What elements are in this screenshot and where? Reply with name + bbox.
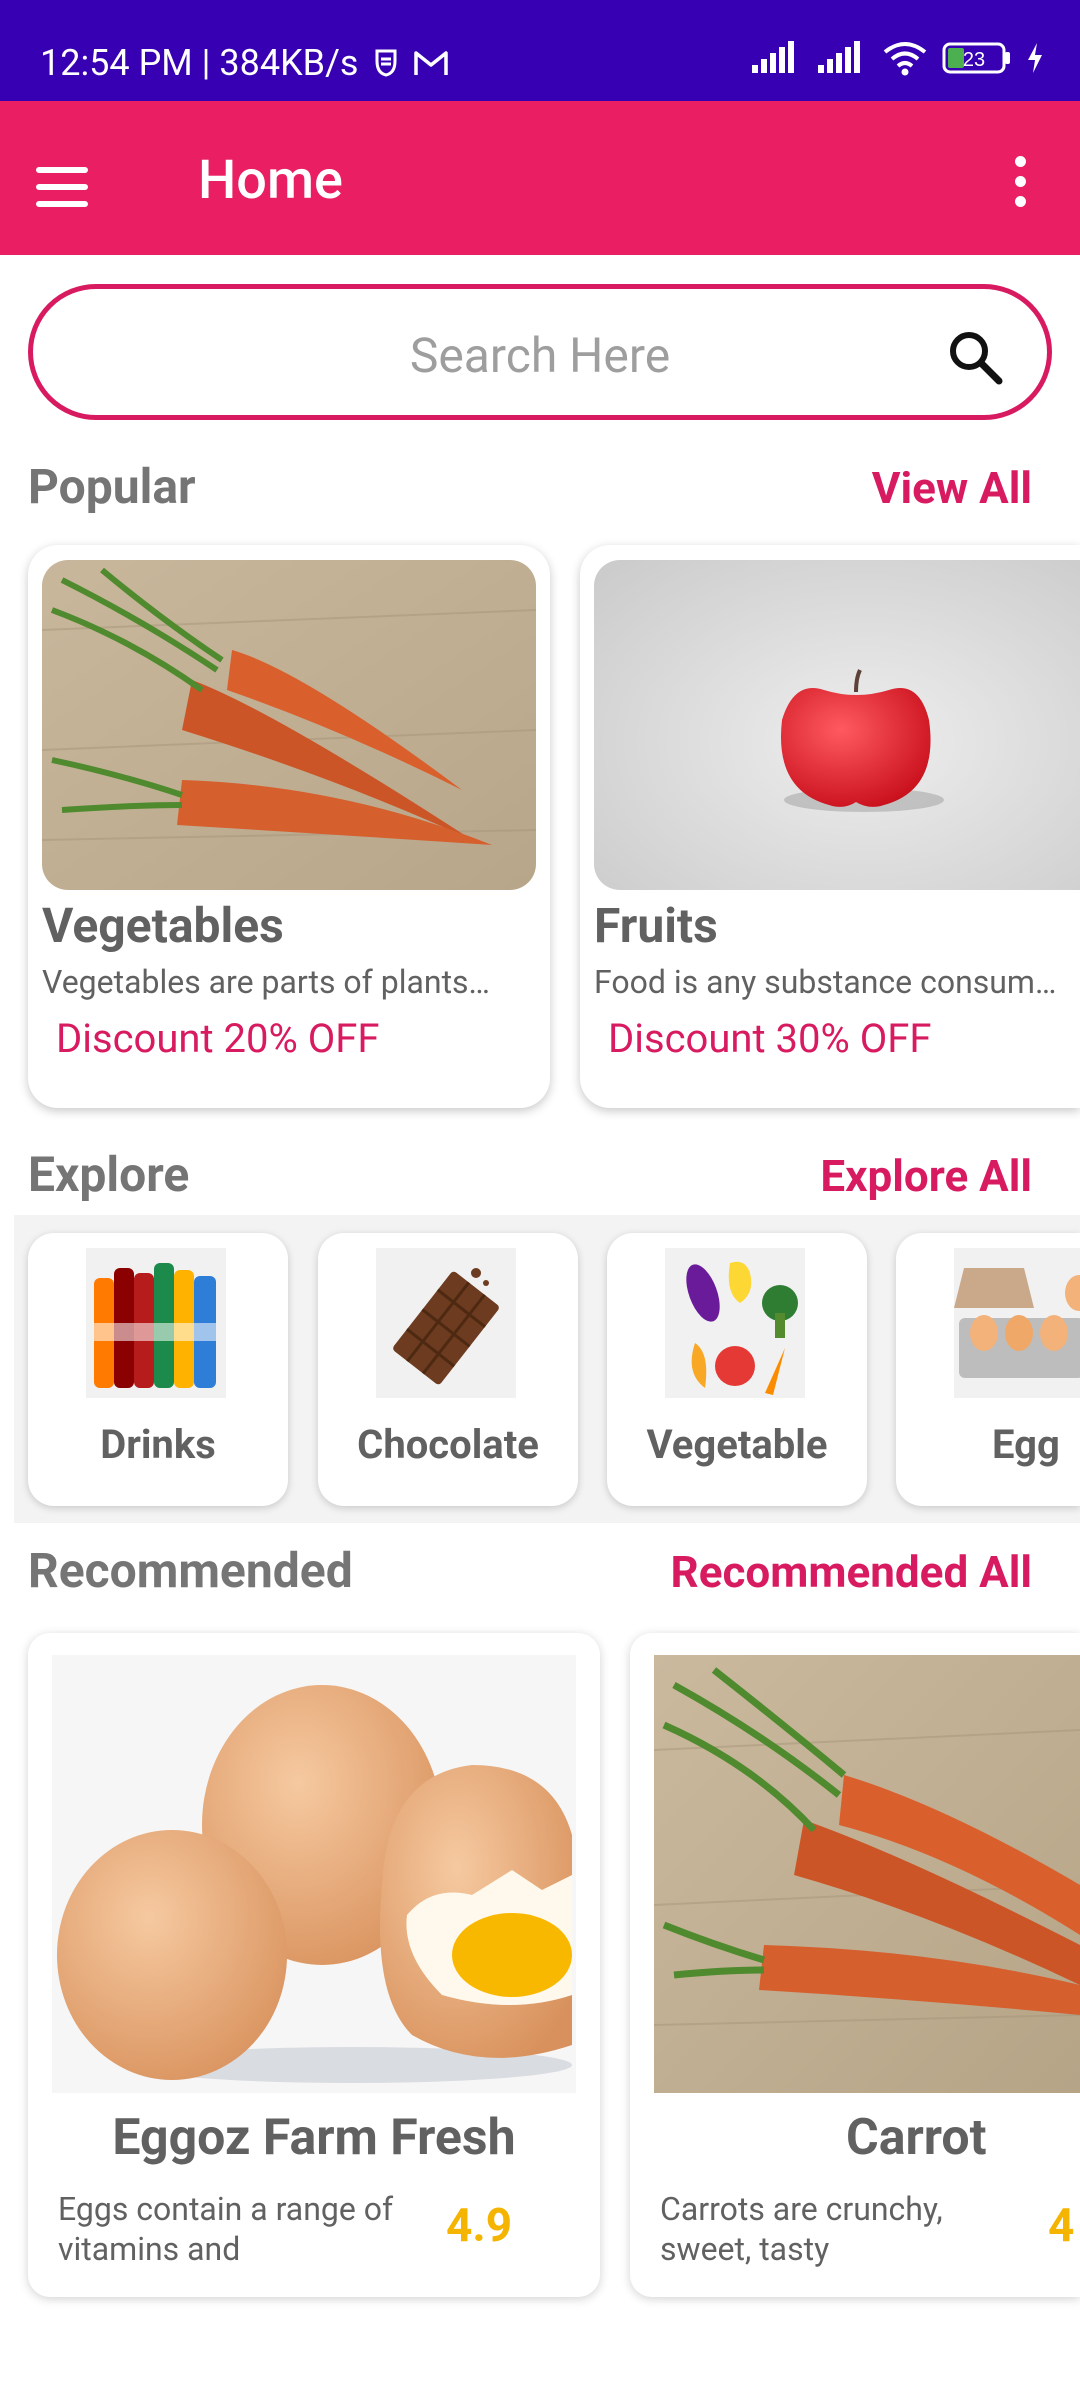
egg-image [954, 1248, 1080, 1398]
charging-icon [1028, 43, 1042, 73]
vegetable-image [665, 1248, 805, 1398]
notification-icon [375, 49, 397, 77]
recommended-card-title: Carrot [846, 2109, 987, 2167]
popular-card-title: Vegetables [42, 897, 284, 954]
explore-title: Explore [28, 1146, 190, 1203]
signal-icon-2 [818, 41, 860, 73]
drinks-image [86, 1248, 226, 1398]
popular-card-discount: Discount 20% OFF [56, 1015, 380, 1062]
category-label: Vegetable [646, 1421, 828, 1468]
status-time-speed: 12:54 PM | 384KB/s [40, 42, 359, 84]
status-left: 12:54 PM | 384KB/s [40, 42, 449, 84]
popular-card-discount: Discount 30% OFF [608, 1015, 932, 1062]
category-chocolate[interactable]: Chocolate [318, 1233, 578, 1506]
popular-card-title: Fruits [594, 897, 718, 954]
popular-title: Popular [28, 458, 196, 515]
explore-all-link[interactable]: Explore All [820, 1150, 1032, 1202]
search-placeholder: Search Here [409, 327, 671, 384]
category-drinks[interactable]: Drinks [28, 1233, 288, 1506]
battery-icon: 23 [942, 42, 1010, 74]
category-label: Egg [992, 1421, 1060, 1468]
view-all-link[interactable]: View All [872, 462, 1032, 514]
more-options-icon[interactable] [992, 151, 1048, 211]
recommended-card-desc: Carrots are crunchy, sweet, tasty [660, 2190, 943, 2268]
fruits-image [594, 560, 1080, 890]
recommended-card-rating: 4 [1048, 2199, 1075, 2253]
menu-icon[interactable] [36, 147, 116, 227]
search-input[interactable]: Search Here [28, 284, 1052, 420]
recommended-card-title: Eggoz Farm Fresh [112, 2109, 516, 2167]
search-icon[interactable] [945, 327, 1005, 387]
recommended-title: Recommended [28, 1542, 353, 1599]
page-title: Home [198, 149, 343, 212]
battery-level: 23 [963, 49, 985, 71]
popular-card-desc: Food is any substance consum… [594, 963, 1057, 1001]
recommended-all-link[interactable]: Recommended All [671, 1546, 1032, 1598]
carrot-image [654, 1655, 1080, 2093]
chocolate-image [376, 1248, 516, 1398]
status-right: 23 [750, 40, 1044, 76]
status-bar: 12:54 PM | 384KB/s 23 [0, 0, 1080, 101]
category-label: Chocolate [357, 1421, 539, 1468]
category-vegetable[interactable]: Vegetable [607, 1233, 867, 1506]
category-label: Drinks [100, 1421, 216, 1468]
recommended-card-rating: 4.9 [446, 2199, 513, 2253]
recommended-card-carrot[interactable]: Carrot Carrots are crunchy, sweet, tasty… [630, 1633, 1080, 2297]
recommended-card-eggs[interactable]: Eggoz Farm Fresh Eggs contain a range of… [28, 1633, 600, 2297]
app-bar: Home [0, 101, 1080, 255]
vegetables-image [42, 560, 536, 890]
wifi-icon [883, 42, 927, 76]
category-egg[interactable]: Egg [896, 1233, 1080, 1506]
popular-card-vegetables[interactable]: Vegetables Vegetables are parts of plant… [28, 545, 550, 1108]
eggs-image [52, 1655, 576, 2093]
gmail-icon [413, 51, 448, 75]
popular-card-fruits[interactable]: Fruits Food is any substance consum… Dis… [580, 545, 1080, 1108]
signal-icon [752, 41, 794, 73]
recommended-card-desc: Eggs contain a range of vitamins and [58, 2190, 394, 2268]
popular-card-desc: Vegetables are parts of plants… [42, 963, 490, 1001]
